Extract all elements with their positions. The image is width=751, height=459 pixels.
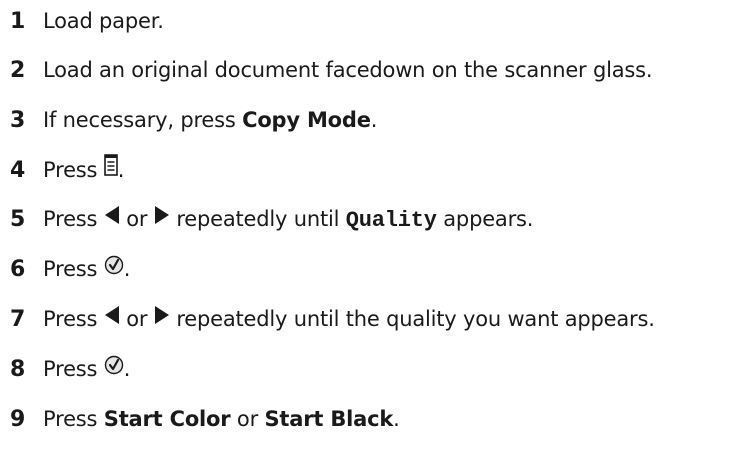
- step-text-end: .: [393, 407, 400, 431]
- right-arrow-icon: [154, 200, 170, 236]
- step-number: 6: [10, 257, 26, 282]
- menu-icon: [103, 151, 118, 187]
- step-text: Load an original document facedown on th…: [43, 58, 653, 82]
- step-3: 3 If necessary, press Copy Mode.: [0, 102, 377, 138]
- step-number: 9: [10, 407, 26, 432]
- step-2: 2 Load an original document facedown on t…: [0, 52, 653, 88]
- step-1: 1 Load paper.: [0, 3, 164, 39]
- step-text: Press: [43, 307, 98, 331]
- step-text: If necessary, press: [43, 108, 236, 132]
- step-9: 9 Press Start Color or Start Black.: [0, 401, 400, 437]
- step-text: Load paper.: [43, 9, 164, 33]
- step-number: 8: [10, 357, 26, 382]
- step-number: 2: [10, 58, 26, 83]
- step-5: 5 Press or repeatedly until Quality appea…: [0, 201, 533, 237]
- step-text-or: or: [126, 207, 148, 231]
- step-6: 6 Press .: [0, 251, 130, 287]
- start-color-button-label: Start Color: [103, 407, 231, 431]
- step-text-end: appears.: [443, 207, 534, 231]
- step-text-end: .: [123, 357, 131, 381]
- step-text-or: or: [126, 307, 148, 331]
- step-number: 4: [10, 158, 26, 183]
- step-text-middle: repeatedly until: [176, 207, 340, 231]
- step-7: 7 Press or repeatedly until the quality y…: [0, 301, 655, 337]
- step-text: Press: [43, 357, 98, 381]
- start-black-button-label: Start Black: [264, 407, 394, 431]
- step-text-or: or: [236, 407, 259, 431]
- step-text-end: .: [123, 257, 131, 281]
- step-text-end: repeatedly until the quality you want ap…: [176, 307, 655, 331]
- step-number: 1: [10, 9, 26, 34]
- step-text: Press: [43, 407, 98, 431]
- step-text-end: .: [370, 108, 378, 132]
- step-number: 3: [10, 108, 26, 133]
- select-checkmark-icon: [104, 250, 124, 286]
- instruction-steps: 1 Load paper. 2 Load an original document …: [0, 0, 751, 459]
- step-text: Press: [43, 207, 98, 231]
- step-text: Press: [43, 257, 98, 281]
- step-text: Press: [43, 158, 98, 182]
- step-text-end: .: [117, 158, 125, 182]
- quality-display-text: Quality: [345, 208, 437, 233]
- select-checkmark-icon: [104, 350, 124, 386]
- step-number: 5: [10, 207, 26, 232]
- step-4: 4 Press .: [0, 152, 124, 188]
- left-arrow-icon: [104, 300, 120, 336]
- right-arrow-icon: [154, 300, 170, 336]
- left-arrow-icon: [104, 200, 120, 236]
- step-8: 8 Press .: [0, 351, 130, 387]
- step-number: 7: [10, 307, 26, 332]
- copy-mode-button-label: Copy Mode: [242, 108, 371, 132]
